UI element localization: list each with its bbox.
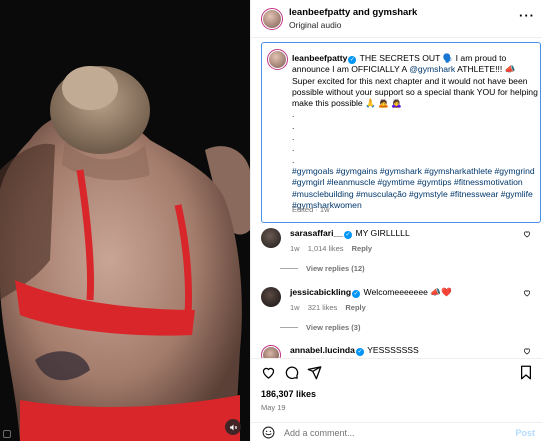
divider-line (280, 327, 298, 328)
post-header: leanbeefpatty and gymshark Original audi… (251, 0, 542, 38)
heart-icon[interactable] (523, 230, 531, 238)
divider-line (280, 268, 298, 269)
reply-button[interactable]: Reply (345, 303, 365, 312)
comment-likes[interactable]: 1,014 likes (308, 244, 344, 253)
post-date[interactable]: May 19 (261, 403, 286, 412)
post-caption: leanbeefpatty ✓ THE SECRETS OUT 🗣️ I am p… (261, 42, 541, 223)
comment-age: 1w (290, 303, 300, 312)
like-count[interactable]: 186,307 likes (261, 389, 316, 399)
comment-bubble-icon[interactable] (284, 365, 299, 380)
caption-dot: . (292, 132, 295, 143)
comment-meta: 1w 321 likes Reply (290, 303, 366, 312)
post-comment-button[interactable]: Post (515, 428, 535, 438)
verified-badge-icon: ✓ (348, 56, 357, 64)
view-replies-button[interactable]: View replies (3) (280, 323, 360, 332)
author-avatar[interactable] (261, 8, 283, 30)
verified-badge-icon: ✓ (352, 290, 361, 298)
add-comment-bar: Add a comment... Post (251, 422, 542, 441)
post-photo (0, 0, 250, 441)
more-horizontal-icon: ··· (519, 8, 535, 23)
reply-button[interactable]: Reply (352, 244, 372, 253)
caption-dot: . (292, 154, 295, 165)
audio-label[interactable]: Original audio (289, 20, 341, 30)
bookmark-icon[interactable] (519, 365, 533, 380)
comment-username[interactable]: jessicabickling (290, 287, 351, 297)
comment-username[interactable]: sarasaffari__ (290, 228, 343, 238)
verified-badge-icon: ✓ (355, 348, 364, 356)
commenter-avatar[interactable] (261, 228, 281, 248)
caption-text: leanbeefpatty ✓ THE SECRETS OUT 🗣️ I am p… (292, 53, 538, 211)
more-options-button[interactable]: ··· (519, 9, 535, 22)
mention-link[interactable]: @gymshark (409, 64, 455, 74)
comment-input[interactable]: Add a comment... (284, 428, 355, 438)
like-heart-icon[interactable] (261, 365, 276, 380)
caption-meta: Edited · 1w (292, 205, 330, 214)
caption-dot: . (292, 120, 295, 131)
post-actions: 186,307 likes May 19 Add a comment... Po… (251, 358, 542, 441)
comment-text: YESSSSSSS (367, 345, 419, 355)
view-replies-button[interactable]: View replies (12) (280, 264, 365, 273)
heart-icon[interactable] (523, 289, 531, 297)
comment-item: annabel.lucinda ✓ YESSSSSSS (261, 343, 542, 358)
caption-dot: . (292, 109, 295, 120)
media-indicator-icon (3, 430, 11, 438)
share-paper-plane-icon[interactable] (307, 365, 322, 380)
comment-meta: 1w 1,014 likes Reply (290, 244, 372, 253)
caption-dot: . (292, 143, 295, 154)
post-dialog: leanbeefpatty and gymshark Original audi… (0, 0, 542, 441)
emoji-smile-icon[interactable] (262, 426, 275, 439)
view-replies-label: View replies (3) (306, 323, 361, 332)
commenter-avatar[interactable] (261, 287, 281, 307)
comment-username[interactable]: annabel.lucinda (290, 345, 355, 355)
mute-button[interactable] (225, 419, 241, 435)
commenter-avatar[interactable] (261, 345, 281, 358)
comment-likes[interactable]: 321 likes (308, 303, 338, 312)
comment-age: 1w (290, 244, 300, 253)
verified-badge-icon: ✓ (344, 231, 353, 239)
view-replies-label: View replies (12) (306, 264, 365, 273)
speaker-muted-icon (229, 424, 237, 430)
post-media[interactable] (0, 0, 250, 441)
post-side-panel: leanbeefpatty and gymshark Original audi… (250, 0, 542, 441)
post-author[interactable]: leanbeefpatty and gymshark (289, 7, 417, 18)
comment-text: Welcomeeeeeee 📣❤️ (363, 287, 452, 297)
caption-username[interactable]: leanbeefpatty (292, 53, 347, 63)
comment-text: MY GIRLLLLL (355, 228, 410, 238)
heart-icon[interactable] (523, 347, 531, 355)
caption-avatar[interactable] (267, 49, 288, 70)
